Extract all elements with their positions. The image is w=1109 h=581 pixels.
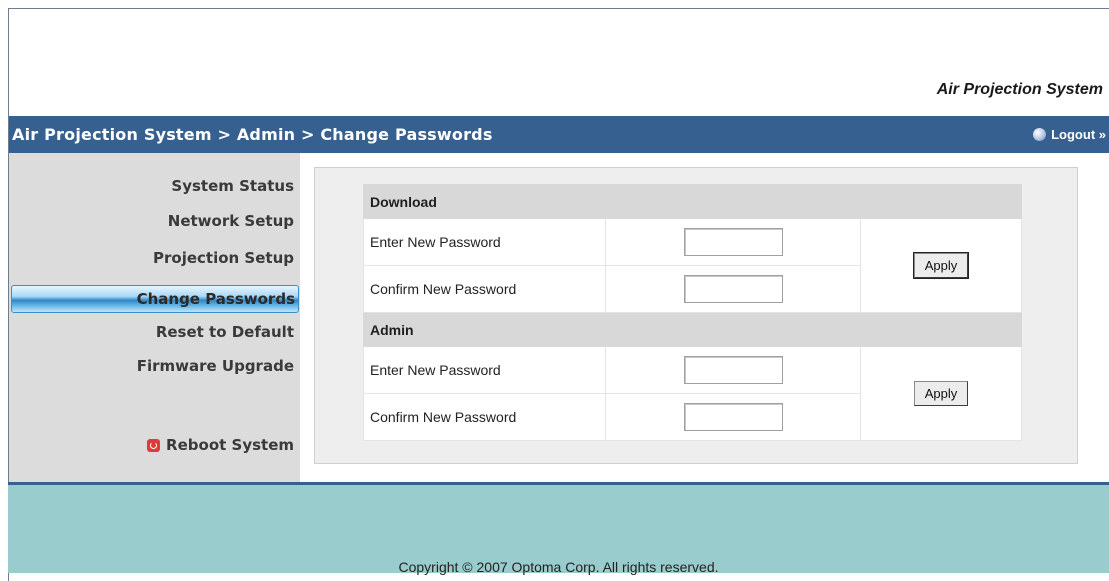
action-cell: Apply — [860, 346, 1022, 441]
breadcrumb: Air Projection System > Admin > Change P… — [12, 125, 493, 144]
reboot-system-link[interactable]: Reboot System — [147, 436, 294, 454]
footer: Copyright © 2007 Optoma Corp. All rights… — [8, 485, 1109, 575]
sidebar-item-system-status[interactable]: System Status — [171, 177, 294, 195]
copyright-text: Copyright © 2007 Optoma Corp. All rights… — [398, 559, 719, 575]
sidebar-item-projection-setup[interactable]: Projection Setup — [153, 249, 294, 267]
admin-confirm-password-input[interactable] — [683, 403, 783, 431]
field-label: Confirm New Password — [363, 393, 606, 441]
logout-label: Logout » — [1051, 127, 1106, 142]
section-header-download: Download — [363, 184, 1022, 219]
top-bar: Air Projection System > Admin > Change P… — [9, 116, 1109, 153]
field-label: Enter New Password — [363, 218, 606, 266]
field-label: Confirm New Password — [363, 265, 606, 313]
power-icon — [147, 438, 161, 452]
admin-new-password-input[interactable] — [683, 356, 783, 384]
sidebar-item-change-passwords[interactable]: Change Passwords — [11, 285, 299, 313]
download-confirm-password-input[interactable] — [683, 275, 783, 303]
action-cell: Apply — [860, 218, 1022, 313]
password-table: Download Enter New Password Apply Confir… — [363, 184, 1022, 441]
sidebar-item-label: Change Passwords — [136, 290, 295, 308]
reboot-label: Reboot System — [166, 436, 294, 454]
input-cell — [605, 265, 861, 313]
download-apply-button[interactable]: Apply — [912, 252, 970, 279]
sidebar-item-firmware-upgrade[interactable]: Firmware Upgrade — [137, 357, 294, 375]
globe-icon — [1033, 128, 1047, 141]
sidebar-item-network-setup[interactable]: Network Setup — [168, 212, 294, 230]
admin-apply-button[interactable]: Apply — [913, 381, 969, 406]
input-cell — [605, 346, 861, 394]
section-header-admin: Admin — [363, 312, 1022, 347]
input-cell — [605, 393, 861, 441]
sidebar-item-reset-to-default[interactable]: Reset to Default — [156, 323, 294, 341]
download-new-password-input[interactable] — [683, 228, 783, 256]
logout-link[interactable]: Logout » — [1033, 127, 1106, 142]
input-cell — [605, 218, 861, 266]
brand-title: Air Projection System — [936, 81, 1103, 98]
field-label: Enter New Password — [363, 346, 606, 394]
sidebar: System Status Network Setup Projection S… — [9, 153, 300, 491]
